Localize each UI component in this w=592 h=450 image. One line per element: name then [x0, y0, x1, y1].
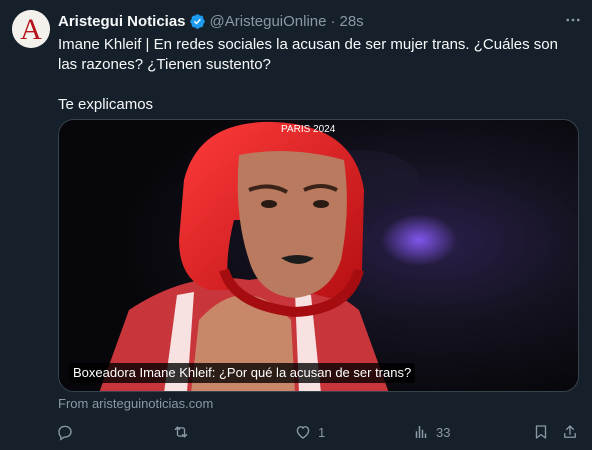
verified-badge-icon [189, 13, 206, 30]
bookmark-icon [532, 423, 550, 441]
tweet-text: Imane Khleif | En redes sociales la acus… [58, 35, 568, 115]
link-card[interactable]: PARIS 2024 Boxeadora Imane Khleif: ¿Por … [58, 119, 579, 392]
tweet[interactable]: A Aristegui Noticias @AristeguiOnline · … [0, 0, 592, 450]
retweet-icon [172, 423, 190, 441]
views-icon [412, 423, 430, 441]
share-button[interactable] [561, 422, 579, 442]
bookmark-button[interactable] [532, 422, 550, 442]
reply-button[interactable] [56, 422, 80, 442]
boxer-photo: PARIS 2024 [59, 120, 578, 391]
more-horizontal-icon[interactable] [562, 9, 584, 31]
svg-text:PARIS 2024: PARIS 2024 [281, 124, 336, 135]
tweet-text-line: Imane Khleif | En redes sociales la acus… [58, 36, 558, 73]
reply-icon [56, 423, 74, 441]
action-bar: 1 33 [56, 420, 584, 444]
card-source-link[interactable]: From aristeguinoticias.com [58, 396, 213, 411]
tweet-header: Aristegui Noticias @AristeguiOnline · 28… [58, 11, 580, 31]
share-icon [561, 423, 579, 441]
like-button[interactable]: 1 [294, 422, 325, 442]
timestamp[interactable]: 28s [339, 13, 363, 30]
tweet-text-line: Te explicamos [58, 96, 154, 113]
like-count: 1 [318, 424, 326, 440]
views-button[interactable]: 33 [412, 422, 450, 442]
handle[interactable]: @AristeguiOnline [210, 13, 327, 30]
avatar[interactable]: A [12, 10, 50, 48]
card-caption[interactable]: Boxeadora Imane Khleif: ¿Por qué la acus… [69, 363, 416, 383]
separator-dot: · [330, 12, 336, 30]
heart-icon [294, 423, 312, 441]
aristegui-logo-icon: A [12, 10, 50, 48]
views-count: 33 [436, 424, 451, 440]
display-name[interactable]: Aristegui Noticias [58, 13, 186, 30]
svg-text:A: A [20, 13, 42, 46]
retweet-button[interactable] [172, 422, 196, 442]
